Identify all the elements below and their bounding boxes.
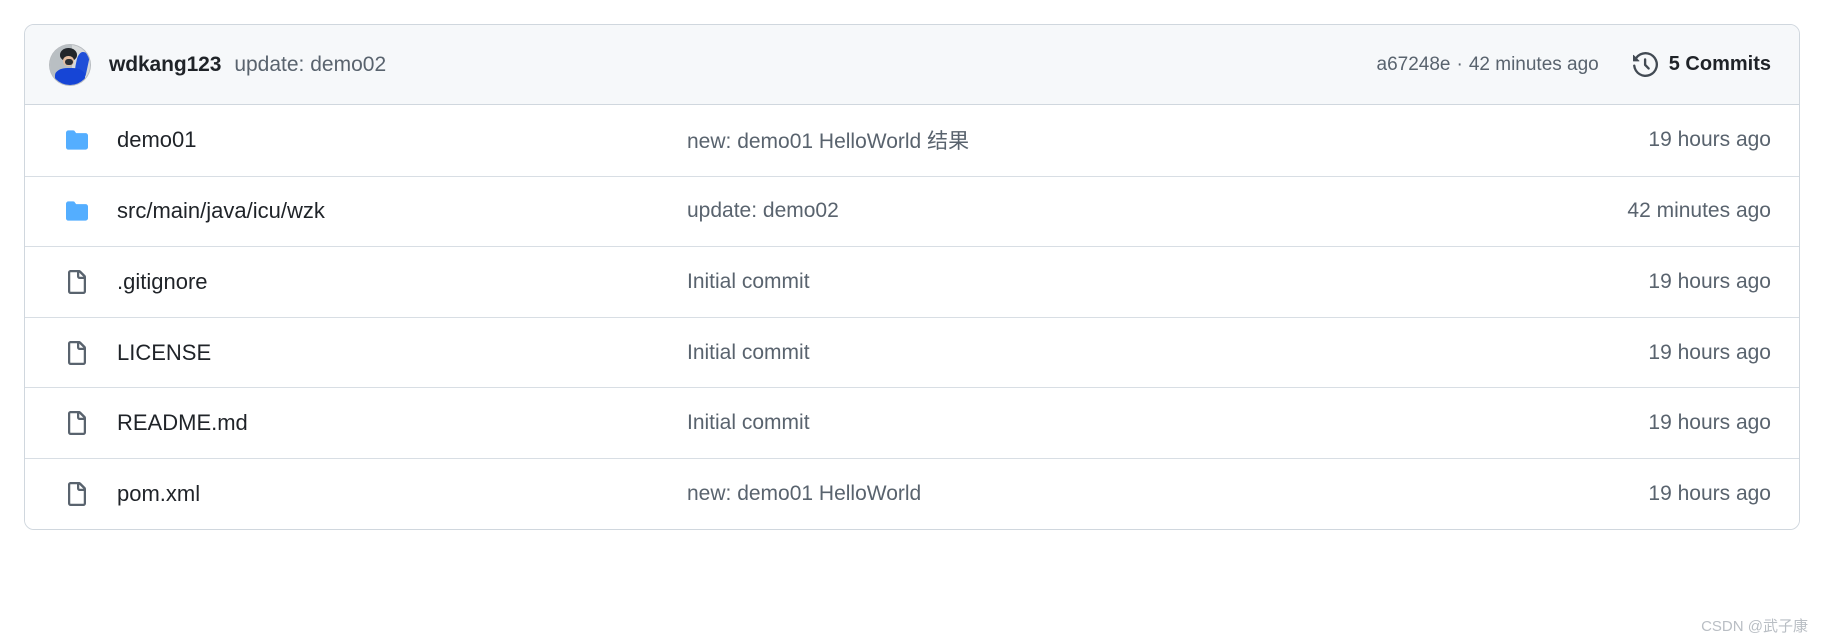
file-name-link[interactable]: pom.xml — [117, 481, 687, 507]
repository-file-browser: wdkang123 update: demo02 a67248e · 42 minu… — [0, 0, 1824, 640]
file-table-card: wdkang123 update: demo02 a67248e · 42 minu… — [24, 24, 1800, 530]
commit-author-link[interactable]: wdkang123 — [109, 53, 221, 77]
file-row[interactable]: src/main/java/icu/wzk update: demo02 42 mi… — [25, 175, 1799, 247]
commits-count-label: 5 Commits — [1668, 53, 1771, 75]
file-commit-time: 19 hours ago — [1648, 481, 1771, 505]
file-row[interactable]: pom.xml new: demo01 HelloWorld 19 hours ag… — [25, 457, 1799, 529]
file-icon — [65, 340, 89, 366]
file-name-link[interactable]: LICENSE — [117, 340, 687, 366]
file-name-link[interactable]: .gitignore — [117, 269, 687, 295]
latest-commit-header: wdkang123 update: demo02 a67248e · 42 minu… — [25, 25, 1799, 105]
folder-icon — [65, 200, 89, 222]
commits-count-link[interactable]: 5 Commits — [1632, 52, 1771, 77]
file-row[interactable]: demo01 new: demo01 HelloWorld 结果 19 hours … — [25, 105, 1799, 176]
file-row[interactable]: LICENSE Initial commit 19 hours ago — [25, 316, 1799, 388]
latest-commit-message[interactable]: update: demo02 — [234, 53, 386, 77]
file-list: demo01 new: demo01 HelloWorld 结果 19 hours … — [25, 105, 1799, 529]
commit-meta: a67248e · 42 minutes ago — [1377, 54, 1599, 76]
file-name-link[interactable]: README.md — [117, 410, 687, 436]
file-commit-time: 19 hours ago — [1648, 340, 1771, 364]
file-commit-time: 19 hours ago — [1648, 128, 1771, 152]
file-icon — [65, 410, 89, 436]
history-icon — [1632, 52, 1658, 77]
file-commit-message[interactable]: update: demo02 — [687, 199, 1627, 223]
file-name-link[interactable]: src/main/java/icu/wzk — [117, 198, 687, 224]
file-icon — [65, 481, 89, 507]
file-icon — [65, 269, 89, 295]
watermark: CSDN @武子康 — [1701, 618, 1808, 635]
file-row[interactable]: README.md Initial commit 19 hours ago — [25, 387, 1799, 458]
file-commit-time: 19 hours ago — [1648, 411, 1771, 435]
commit-meta-separator: · — [1456, 53, 1463, 75]
file-commit-message[interactable]: new: demo01 HelloWorld — [687, 482, 1648, 506]
file-commit-time: 42 minutes ago — [1627, 199, 1771, 223]
file-commit-message[interactable]: Initial commit — [687, 270, 1648, 294]
file-commit-time: 19 hours ago — [1648, 269, 1771, 293]
commit-relative-time: 42 minutes ago — [1468, 53, 1599, 75]
file-commit-message[interactable]: Initial commit — [687, 341, 1648, 365]
avatar[interactable] — [49, 43, 91, 86]
file-commit-message[interactable]: Initial commit — [687, 411, 1648, 435]
commit-hash[interactable]: a67248e — [1377, 54, 1451, 75]
folder-icon — [65, 129, 89, 151]
file-row[interactable]: .gitignore Initial commit 19 hours ago — [25, 246, 1799, 317]
file-name-link[interactable]: demo01 — [117, 127, 687, 153]
file-commit-message[interactable]: new: demo01 HelloWorld 结果 — [687, 125, 1648, 155]
